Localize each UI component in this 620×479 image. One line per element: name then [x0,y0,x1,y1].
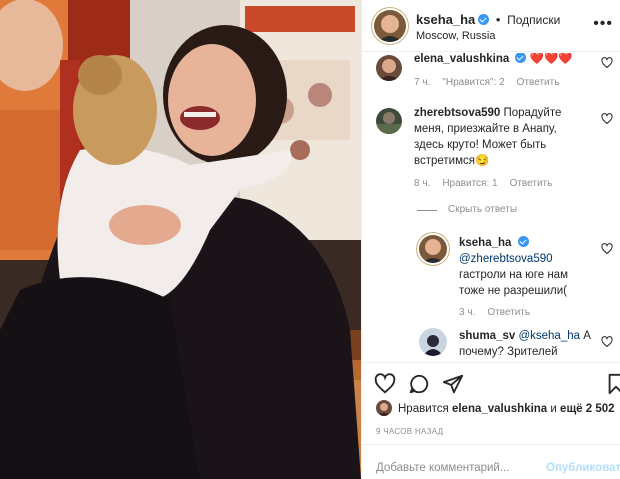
author-line: kseha_ha • Подписки [416,12,560,27]
verified-icon [517,236,529,247]
post-side-panel: kseha_ha • Подписки Moscow, Russia ••• e… [361,0,620,479]
likes-prefix: Нравится [398,403,449,415]
comment-text: Порадуйте [503,107,562,119]
comment-time[interactable]: 8 ч. [414,178,430,189]
action-bar [362,362,620,402]
publish-button[interactable]: Опубликовать [546,462,620,474]
reply-line: почему? Зрителей [459,346,558,358]
reply-avatar[interactable] [419,328,447,356]
comment-username[interactable]: elena_valushkina [414,53,509,65]
reply-mention[interactable]: @kseha_ha [518,330,580,342]
comment-2: zherebtsova590 Порадуйте меня, приезжайт… [414,105,614,169]
like-reply-heart-icon[interactable] [601,243,613,255]
post-header: kseha_ha • Подписки Moscow, Russia ••• [362,0,620,52]
more-icon[interactable]: ••• [593,16,613,32]
author-avatar[interactable] [374,10,406,42]
reply-text: А [583,330,591,342]
reply-line: kseha_ha [459,235,609,251]
reply-button[interactable]: Ответить [487,307,530,318]
comment-line: меня, приезжайте в Анапу, [414,123,557,135]
like-reply-heart-icon[interactable] [601,336,613,348]
post-time[interactable]: 9 ЧАСОВ НАЗАД [376,427,443,436]
comment-input[interactable]: Добавьте комментарий... [376,462,509,474]
comment-time[interactable]: 7 ч. [414,77,430,88]
comment-line: встретимся😏 [414,155,490,167]
hide-replies-button[interactable]: Скрыть ответы [448,204,517,215]
share-icon[interactable] [442,373,464,395]
post-photo-image [0,0,361,479]
reply-username[interactable]: shuma_sv [459,330,515,342]
reply-time[interactable]: 3 ч. [459,307,475,318]
comments-list[interactable]: elena_valushkina ❤️❤️❤️ 7 ч. "Нравится": … [362,53,620,360]
verified-icon [478,14,490,25]
reply-line: гастроли на юге нам [459,269,568,281]
following-button[interactable]: Подписки [507,13,560,27]
liker-avatar[interactable] [376,400,392,416]
comment-line: здесь круто! Может быть [414,139,547,151]
comment-likes[interactable]: "Нравится": 2 [442,77,504,88]
comment-text: ❤️❤️❤️ [529,53,573,65]
reply-1: kseha_ha @zherebtsova590 гастроли на юге… [459,235,609,299]
comment-meta: 7 ч. "Нравится": 2 Ответить [414,77,571,88]
comment-line: zherebtsova590 Порадуйте [414,105,614,121]
likes-count[interactable]: ещё 2 502 [560,403,614,415]
add-comment-bar: Добавьте комментарий... Опубликовать [362,444,620,479]
reply-line: shuma_sv @kseha_ha А [459,328,609,344]
heart-icon[interactable] [374,373,396,395]
hide-replies-line [417,210,437,211]
reply-button[interactable]: Ответить [517,77,560,88]
liker-username[interactable]: elena_valushkina [452,403,547,415]
like-comment-heart-icon[interactable] [601,113,613,125]
like-comment-heart-icon[interactable] [601,57,613,69]
post-location[interactable]: Moscow, Russia [416,30,495,42]
comment-username[interactable]: zherebtsova590 [414,107,500,119]
likes-and: и [550,403,557,415]
comment-1: elena_valushkina ❤️❤️❤️ [414,53,573,67]
reply-2: shuma_sv @kseha_ha А почему? Зрителей [459,328,609,360]
post-photo[interactable] [0,0,361,479]
reply-meta: 3 ч. Ответить [459,307,542,318]
reply-avatar[interactable] [419,235,447,263]
reply-line: тоже не разрешили( [459,285,567,297]
verified-icon [515,53,527,63]
separator-dot: • [495,12,501,27]
reply-username[interactable]: kseha_ha [459,237,511,249]
likes-summary: Нравится elena_valushkina и ещё 2 502 [376,400,615,416]
reply-mention[interactable]: @zherebtsova590 [459,251,609,267]
comment-likes[interactable]: Нравится: 1 [442,178,497,189]
comment-meta: 8 ч. Нравится: 1 Ответить [414,178,564,189]
author-username[interactable]: kseha_ha [416,12,475,27]
reply-button[interactable]: Ответить [510,178,553,189]
bookmark-icon[interactable] [605,373,620,395]
comment-icon[interactable] [408,373,430,395]
commenter-avatar[interactable] [376,108,402,134]
commenter-avatar[interactable] [376,55,402,81]
